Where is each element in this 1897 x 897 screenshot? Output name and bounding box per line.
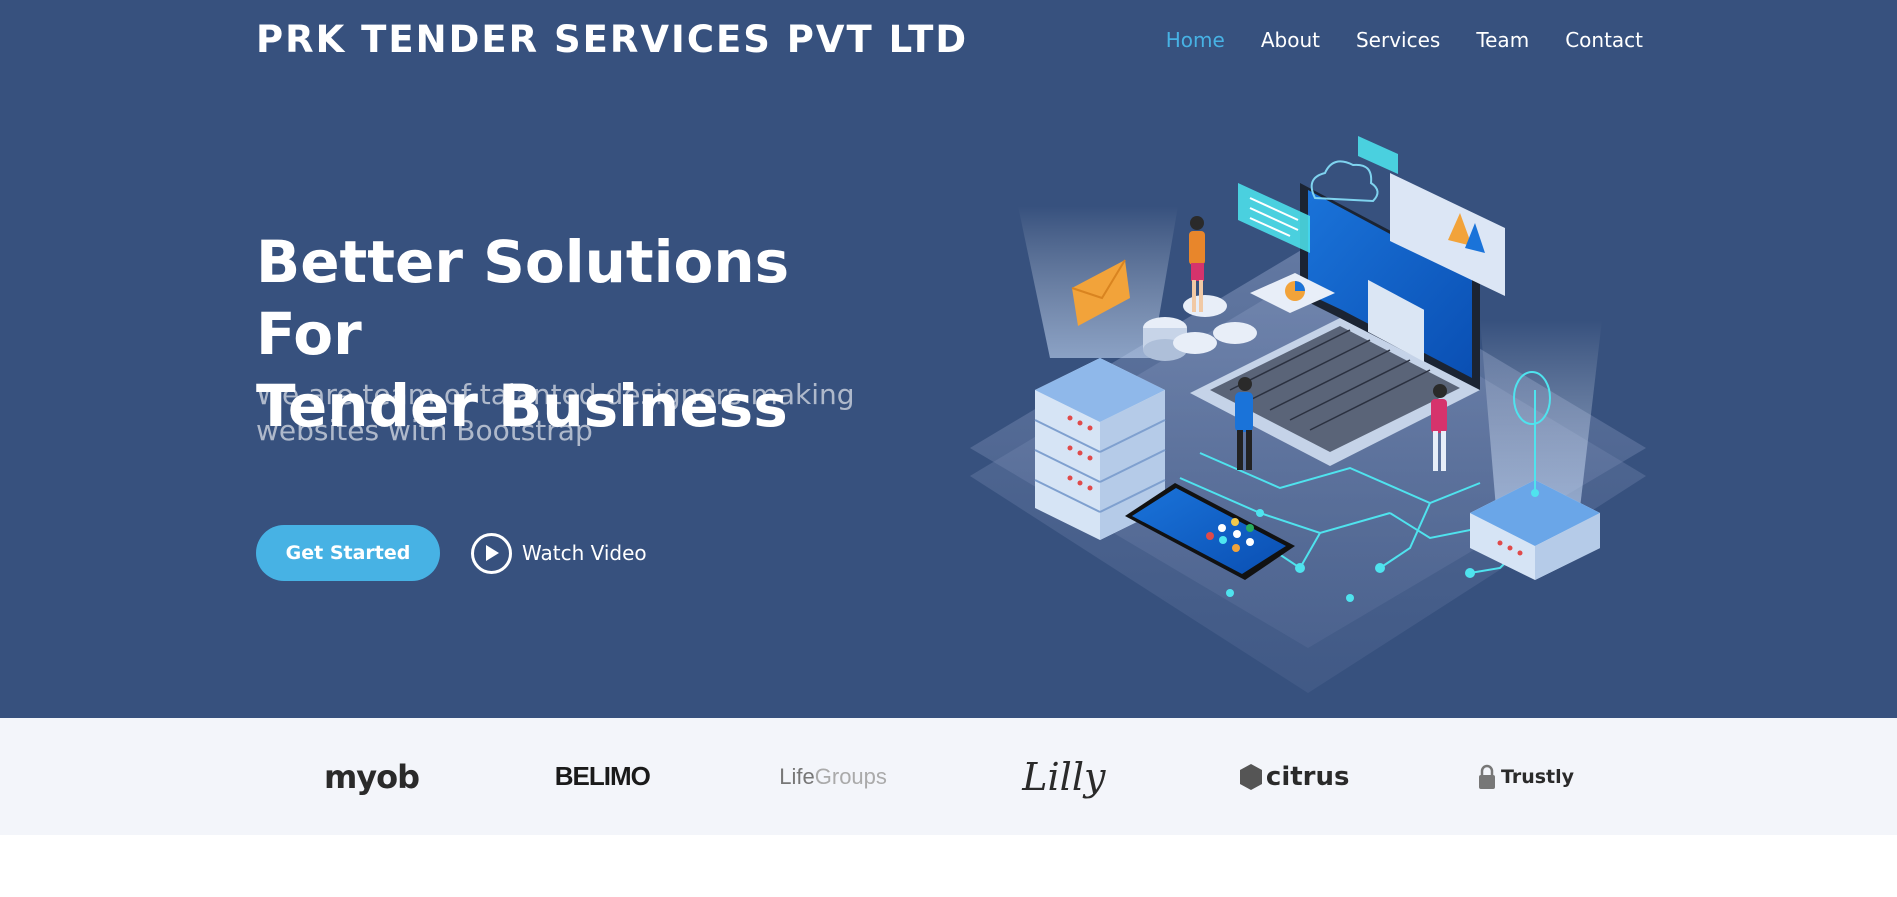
trustly-logo: Trustly: [1500, 765, 1575, 788]
nav-contact[interactable]: Contact: [1565, 28, 1643, 52]
client-lifegroups[interactable]: LifeGroups: [773, 752, 893, 802]
nav-services[interactable]: Services: [1356, 28, 1440, 52]
citrus-mark-icon: [1239, 763, 1262, 790]
hero-subtitle: We are team of talanted designers making…: [256, 378, 855, 447]
client-trustly[interactable]: Trustly: [1465, 752, 1585, 802]
play-circle-icon[interactable]: [471, 532, 512, 574]
hero-section: PRK TENDER SERVICES PVT LTD Home About S…: [0, 0, 1897, 718]
isometric-tech-illustration: [970, 136, 1646, 693]
myob-logo: myob: [323, 757, 420, 796]
get-started-button[interactable]: Get Started: [256, 525, 440, 581]
hero-illustration: [960, 128, 1646, 698]
client-lilly[interactable]: Lilly: [1004, 752, 1124, 802]
watch-video-button[interactable]: Watch Video: [471, 532, 647, 574]
nav-team[interactable]: Team: [1476, 28, 1529, 52]
brand-logo-text[interactable]: PRK TENDER SERVICES PVT LTD: [256, 18, 968, 61]
watch-video-label: Watch Video: [522, 541, 647, 565]
lilly-logo: Lilly: [1022, 754, 1106, 799]
hero-title-line1: Better Solutions For: [256, 228, 790, 368]
citrus-logo: citrus: [1265, 761, 1350, 792]
nav-about[interactable]: About: [1261, 28, 1320, 52]
client-myob[interactable]: myob: [312, 752, 432, 802]
main-nav: Home About Services Team Contact: [1166, 28, 1643, 52]
nav-home[interactable]: Home: [1166, 28, 1225, 52]
lifegroups-logo-part-b: Groups: [814, 763, 887, 789]
clients-section: myob BELIMO LifeGroups Lilly citrus Trus…: [0, 718, 1897, 835]
client-belimo[interactable]: BELIMO: [542, 752, 662, 802]
belimo-logo: BELIMO: [554, 761, 651, 791]
client-citrus[interactable]: citrus: [1235, 752, 1355, 802]
lock-icon: [1478, 764, 1495, 789]
client-logo-row: myob BELIMO LifeGroups Lilly citrus Trus…: [254, 752, 1644, 802]
lifegroups-logo-part-a: Life: [779, 763, 815, 789]
lifegroups-logo: LifeGroups: [779, 764, 887, 790]
